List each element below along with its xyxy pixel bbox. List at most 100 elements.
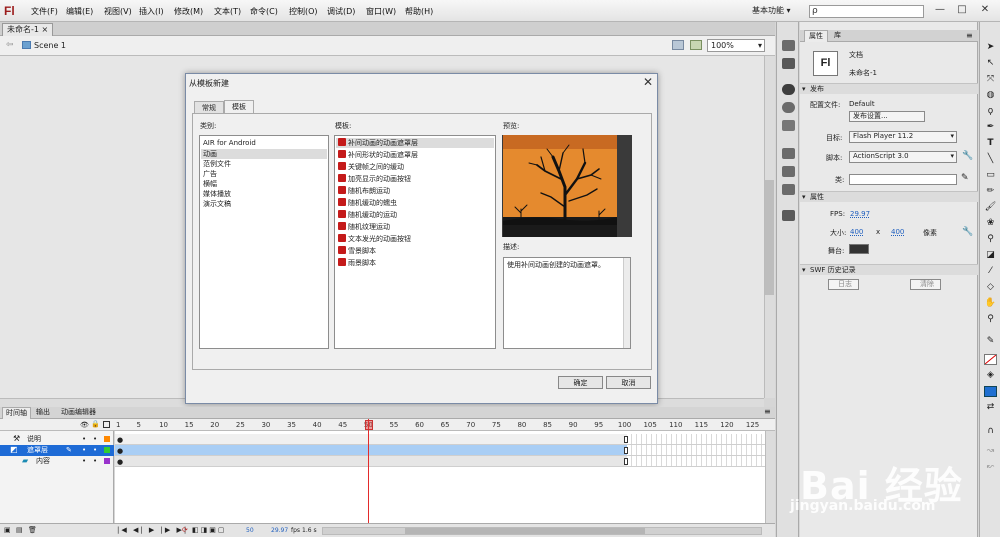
attributes-section[interactable]: ▾ 属性 xyxy=(800,191,978,202)
tab-properties[interactable]: 属性 xyxy=(804,30,828,42)
cancel-button[interactable]: 取消 xyxy=(606,376,651,389)
zoom-select[interactable]: 100% ▾ xyxy=(707,39,765,52)
stage-width-value[interactable]: 400 xyxy=(850,228,863,236)
menu-window[interactable]: 窗口(W) xyxy=(366,6,396,17)
list-item[interactable]: 雪景脚本 xyxy=(338,246,376,256)
list-item[interactable]: 范例文件 xyxy=(203,159,231,169)
menu-view[interactable]: 视图(V) xyxy=(104,6,132,17)
list-item-selected[interactable]: 动画 xyxy=(201,149,327,159)
rectangle-tool-icon[interactable]: ▭ xyxy=(984,170,997,181)
brush-tool-icon[interactable]: 🖌 xyxy=(984,202,997,213)
motion-presets-icon[interactable] xyxy=(782,40,795,51)
lock-dot[interactable]: • xyxy=(93,456,97,466)
back-arrow-icon[interactable]: ⇦ xyxy=(6,40,14,50)
actions-icon[interactable] xyxy=(782,184,795,195)
list-item[interactable]: 广告 xyxy=(203,169,217,179)
swap-colors-icon[interactable]: ⇄ xyxy=(984,402,997,413)
menu-file[interactable]: 文件(F) xyxy=(31,6,58,17)
fps-value[interactable]: 29.97 xyxy=(850,210,870,218)
keyframe-dot[interactable]: ● xyxy=(117,458,123,466)
menu-edit[interactable]: 编辑(E) xyxy=(66,6,93,17)
tab-library[interactable]: 库 xyxy=(830,30,845,42)
info-icon[interactable] xyxy=(782,102,795,113)
list-item[interactable]: 随机纹理运动 xyxy=(338,222,390,232)
visibility-dot[interactable]: • xyxy=(82,434,86,444)
frame-row-empty[interactable] xyxy=(627,456,765,467)
menu-text[interactable]: 文本(T) xyxy=(214,6,241,17)
clear-button[interactable]: 清除 xyxy=(910,279,941,290)
smooth-icon[interactable]: ↝ xyxy=(984,446,997,457)
list-item[interactable]: 文本发光的动画按钮 xyxy=(338,234,411,244)
pen-tool-icon[interactable]: ✒ xyxy=(984,122,997,133)
frame-grid[interactable]: ● ● ● xyxy=(115,431,765,523)
vertical-scroll-thumb[interactable] xyxy=(765,180,774,295)
playhead-line[interactable] xyxy=(368,419,369,523)
pencil-tool-icon[interactable]: ✏ xyxy=(984,186,997,197)
description-scrollbar[interactable] xyxy=(623,258,630,348)
publish-section[interactable]: ▾ 发布 xyxy=(800,83,978,94)
stage-height-value[interactable]: 400 xyxy=(891,228,904,236)
menu-commands[interactable]: 命令(C) xyxy=(250,6,278,17)
tab-timeline[interactable]: 时间轴 xyxy=(2,407,31,419)
log-button[interactable]: 日志 xyxy=(828,279,859,290)
end-frame-marker[interactable] xyxy=(624,458,628,465)
new-layer-icon[interactable]: ▣ xyxy=(4,526,11,534)
edit-scene-icon[interactable] xyxy=(672,40,684,50)
list-item[interactable]: 关键帧之间的缓动 xyxy=(338,162,404,172)
library-icon[interactable] xyxy=(782,58,795,69)
list-item[interactable]: 雨景脚本 xyxy=(338,258,376,268)
category-list[interactable]: AIR for Android 动画 范例文件 广告 横幅 媒体播放 演示文稿 xyxy=(199,135,329,349)
layer-row[interactable]: ⚒ 说明 • • xyxy=(0,434,114,445)
snap-magnet-icon[interactable]: ∩ xyxy=(984,426,997,437)
code-snippets-icon[interactable] xyxy=(782,148,795,159)
list-item[interactable]: 补间形状的动画遮罩层 xyxy=(338,150,418,160)
menu-insert[interactable]: 插入(I) xyxy=(139,6,164,17)
frame-row-empty[interactable] xyxy=(627,445,765,456)
visibility-dot[interactable]: • xyxy=(82,456,86,466)
class-input[interactable] xyxy=(849,174,957,185)
layer-color-swatch[interactable] xyxy=(104,458,110,464)
subselection-tool-icon[interactable]: ↖ xyxy=(984,58,997,69)
eraser-tool-icon[interactable]: ◇ xyxy=(984,282,997,293)
no-color-swatch-icon[interactable] xyxy=(984,354,997,365)
lasso-tool-icon[interactable]: ϙ xyxy=(984,106,997,117)
free-transform-tool-icon[interactable]: ⤧ xyxy=(984,74,997,85)
dialog-close-icon[interactable]: ✕ xyxy=(643,75,653,89)
pencil-icon[interactable]: ✎ xyxy=(961,173,969,183)
new-folder-icon[interactable]: ▤ xyxy=(16,526,23,534)
current-frame[interactable]: 50 xyxy=(246,527,254,534)
list-item[interactable]: 媒体播放 xyxy=(203,189,231,199)
workspace-switcher[interactable]: 基本功能 ▾ xyxy=(752,5,791,16)
horizontal-scroll-thumb[interactable] xyxy=(405,528,645,534)
fill-color-icon[interactable]: ◈ xyxy=(984,370,997,381)
layer-row-selected[interactable]: ◩ 遮罩层 ✎ • • xyxy=(0,445,114,456)
list-item[interactable]: 随机缓动的运动 xyxy=(338,210,397,220)
publish-settings-button[interactable]: 发布设置... xyxy=(849,111,925,122)
swf-history-section[interactable]: ▾ SWF 历史记录 xyxy=(800,264,978,275)
target-select[interactable]: Flash Player 11.2 ▾ xyxy=(849,131,957,143)
list-item[interactable]: 横幅 xyxy=(203,179,217,189)
tab-output[interactable]: 输出 xyxy=(33,407,53,419)
document-tab[interactable]: 未命名-1 × xyxy=(2,23,54,36)
loop-icon[interactable]: ⟳ xyxy=(182,526,188,534)
transform-icon[interactable] xyxy=(782,120,795,131)
lock-icon[interactable]: 🔒 xyxy=(91,420,100,428)
tab-motion-editor[interactable]: 动画编辑器 xyxy=(58,407,99,419)
lock-dot[interactable]: • xyxy=(93,434,97,444)
template-list[interactable]: 补间动画的动画遮罩层 补间形状的动画遮罩层 关键帧之间的缓动 加亮显示的动画按钮… xyxy=(334,135,496,349)
color-icon[interactable] xyxy=(782,84,795,95)
script-select[interactable]: ActionScript 3.0 ▾ xyxy=(849,151,957,163)
keyframe-dot[interactable]: ● xyxy=(117,447,123,455)
list-item[interactable]: 随机布朗运动 xyxy=(338,186,390,196)
keyframe-dot[interactable]: ● xyxy=(117,436,123,444)
list-item-selected[interactable]: 补间动画的动画遮罩层 xyxy=(336,138,494,148)
layer-row[interactable]: ▰ 内容 • • xyxy=(0,456,114,467)
delete-layer-icon[interactable]: 🗑 xyxy=(28,526,37,534)
bone-tool-icon[interactable]: ⚲ xyxy=(984,234,997,245)
description-box[interactable]: 使用补间动画创建的动画遮罩。 xyxy=(503,257,631,349)
playhead-marker[interactable] xyxy=(365,420,373,430)
end-frame-marker[interactable] xyxy=(624,447,628,454)
menu-control[interactable]: 控制(O) xyxy=(289,6,318,17)
edit-symbol-icon[interactable] xyxy=(690,40,702,50)
list-item[interactable]: AIR for Android xyxy=(203,139,256,147)
